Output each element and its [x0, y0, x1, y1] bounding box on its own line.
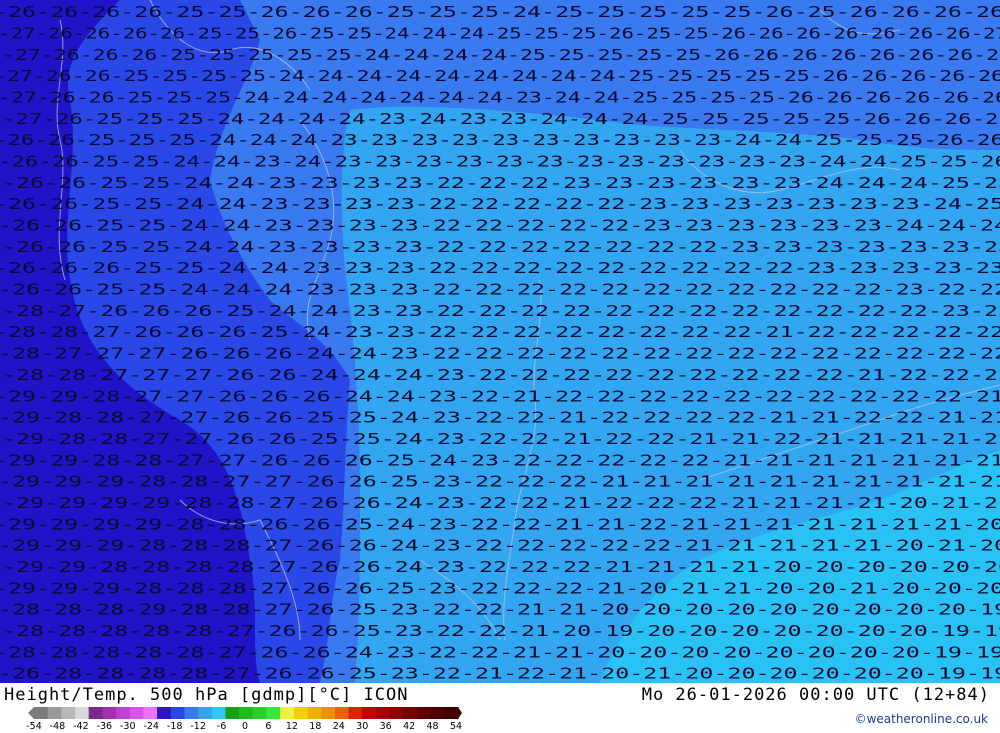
scale-swatch	[88, 707, 103, 719]
scale-swatch	[116, 707, 131, 719]
contour-label-row: -26-26-25-25-25-24-24-24-23-23-23-23-23-…	[0, 131, 1000, 149]
scale-swatch	[293, 707, 309, 719]
scale-swatch	[280, 707, 295, 719]
temperature-field: -26-26-26-26-25-25-26-26-26-25-25-25-24-…	[0, 0, 1000, 683]
weather-map: -26-26-26-26-25-25-26-26-26-25-25-25-24-…	[0, 0, 1000, 683]
scale-swatch	[198, 707, 213, 719]
scale-swatch	[321, 707, 336, 719]
scale-tick-label: 54	[449, 721, 463, 732]
scale-right-arrow	[458, 707, 462, 719]
scale-swatch	[47, 707, 62, 719]
contour-label-row: -26-26-25-25-24-24-23-23-23-23-22-22-22-…	[2, 174, 1000, 192]
scale-swatch	[416, 707, 432, 719]
contour-label-row: -29-29-28-28-27-27-26-26-26-25-24-23-22-…	[0, 451, 1000, 469]
scale-swatch	[157, 707, 172, 719]
scale-swatch	[211, 707, 226, 719]
scale-swatch	[61, 707, 76, 719]
scale-swatch	[375, 707, 391, 719]
scale-swatch	[252, 707, 268, 719]
scale-swatch	[430, 707, 445, 719]
scale-swatch	[362, 707, 377, 719]
scale-swatch	[239, 707, 254, 719]
contour-label-row: -26-26-25-25-24-24-23-23-23-23-22-22-22-…	[2, 238, 1000, 256]
contour-label-row: -26-26-25-25-24-24-23-23-23-23-22-22-22-…	[0, 195, 1000, 213]
map-footer: Height/Temp. 500 hPa [gdmp][°C] ICON Mo …	[0, 683, 1000, 733]
contour-label-row: -28-28-27-26-26-26-25-24-23-23-22-22-22-…	[0, 323, 1000, 341]
scale-swatch	[389, 707, 404, 719]
scale-tick-label: 48	[426, 721, 439, 732]
scale-swatch	[75, 707, 90, 719]
contour-label-row: -29-29-28-28-28-28-27-26-26-24-23-22-22-…	[2, 558, 1000, 576]
product-title: Height/Temp. 500 hPa [gdmp][°C] ICON	[4, 685, 409, 705]
contour-label-row: -27-26-26-25-25-25-24-24-24-24-24-24-24-…	[0, 88, 1000, 106]
scale-tick-label: 24	[332, 721, 345, 732]
scale-swatch	[334, 707, 350, 719]
scale-swatch	[266, 707, 281, 719]
contour-label-row: -29-29-28-27-27-26-26-26-24-24-23-22-21-…	[0, 387, 1000, 405]
contour-label-row: -28-27-26-26-26-25-24-24-23-23-22-22-22-…	[2, 302, 1000, 320]
scale-tick-label: -6	[216, 721, 227, 732]
scale-swatch	[184, 707, 199, 719]
contour-label-row: -29-29-29-28-28-28-27-26-26-25-23-22-22-…	[0, 579, 1000, 597]
contour-label-row: -27-26-26-25-25-25-25-24-24-24-24-24-24-…	[0, 67, 1000, 85]
contour-label-row: -26-28-28-28-28-27-26-26-25-23-22-21-22-…	[0, 665, 1000, 683]
scale-swatch	[102, 707, 117, 719]
scale-tick-label: 30	[356, 721, 369, 732]
contour-label-row: -29-29-29-29-28-28-26-26-25-24-23-22-22-…	[0, 515, 1000, 533]
scale-swatch	[403, 707, 418, 719]
contour-label-row: -27-26-26-26-25-25-25-25-25-24-24-24-24-…	[2, 46, 1000, 64]
scale-tick-label: 6	[265, 721, 272, 732]
contour-label-row: -29-29-29-29-28-28-27-26-26-24-23-22-22-…	[2, 494, 1000, 512]
contour-label-row: -29-29-29-28-28-27-27-26-26-25-23-22-22-…	[0, 473, 1000, 491]
scale-tick-label: 12	[285, 721, 298, 732]
contour-label-row: -26-26-26-25-25-24-24-23-23-23-22-22-22-…	[0, 259, 1000, 277]
contour-label-row: -29-28-28-27-27-26-26-25-25-24-23-22-22-…	[0, 409, 1000, 427]
scale-swatch	[143, 707, 158, 719]
scale-tick-label: -12	[190, 721, 206, 732]
scale-swatch	[129, 707, 144, 719]
scale-swatch	[444, 707, 459, 719]
color-scale	[28, 707, 462, 719]
scale-swatch	[34, 707, 49, 719]
contour-label-row: -29-28-28-27-27-26-26-25-25-24-23-22-22-…	[2, 430, 1000, 448]
scale-swatch	[307, 707, 322, 719]
scale-tick-label: 36	[379, 721, 392, 732]
scale-tick-label: -54	[26, 721, 42, 732]
contour-label-row: -28-28-27-27-27-26-26-24-24-24-23-22-22-…	[2, 366, 1000, 384]
scale-swatch	[348, 707, 363, 719]
scale-tick-label: 42	[403, 721, 416, 732]
scale-tick-label: -36	[96, 721, 113, 732]
contour-label-row: -28-27-27-27-26-26-26-24-24-23-22-22-22-…	[0, 345, 1000, 363]
scale-tick-label: -42	[73, 721, 89, 732]
valid-time: Mo 26-01-2026 00:00 UTC (12+84)	[641, 685, 990, 705]
credit-link[interactable]: ©weatheronline.co.uk	[855, 712, 988, 726]
contour-label-row: -26-26-25-25-24-24-23-24-23-23-23-23-23-…	[0, 152, 1000, 170]
scale-tick-label: -48	[49, 721, 66, 732]
scale-swatch	[170, 707, 185, 719]
contour-label-row: -27-26-25-25-25-24-24-24-24-23-24-23-23-…	[2, 110, 1000, 128]
scale-swatch	[225, 707, 240, 719]
contour-label-row: -28-28-28-28-28-27-26-26-24-23-22-22-21-…	[0, 643, 1000, 661]
contour-label-row: -26-26-26-26-25-25-26-26-26-25-25-25-24-…	[0, 3, 1000, 21]
contour-label-row: -26-26-25-25-24-24-23-23-23-23-22-22-22-…	[0, 217, 1000, 235]
contour-label-row: -27-26-26-26-26-25-25-26-25-25-24-24-24-…	[0, 24, 1000, 42]
color-scale-labels: -54 -48 -42 -36 -30 -24 -18 -12 -6 0 6 12 18 24 30 36 42…	[26, 721, 464, 733]
contour-label-row: -28-28-28-28-28-27-26-26-25-23-22-22-21-…	[2, 622, 1000, 640]
scale-left-arrow	[28, 707, 34, 719]
contour-label-row: -29-29-29-28-28-28-27-26-26-24-23-22-22-…	[0, 537, 1000, 555]
scale-tick-label: -30	[120, 721, 136, 732]
scale-tick-label: -18	[166, 721, 183, 732]
scale-tick-label: 0	[241, 721, 249, 732]
contour-label-row: -26-26-25-25-24-24-24-23-23-23-22-22-22-…	[0, 281, 1000, 299]
contour-label-row: -28-28-28-29-28-28-27-26-25-23-22-22-21-…	[0, 601, 1000, 619]
scale-tick-label: 18	[309, 721, 322, 732]
scale-tick-label: -24	[143, 721, 159, 732]
